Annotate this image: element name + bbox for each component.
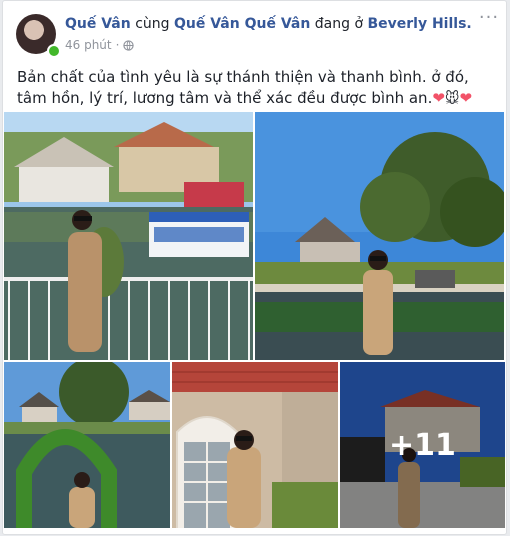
photo-3[interactable] [4,362,170,528]
photo-5-more[interactable]: +11 [340,362,505,528]
at-label: đang ở [314,16,364,32]
online-status-dot [47,44,61,58]
photo-3-image [4,362,170,528]
meta-separator: · [115,38,120,52]
more-photos-count: +11 [389,427,456,463]
more-options-button[interactable]: ··· [477,9,501,31]
photo-4[interactable] [172,362,338,528]
photo-2[interactable] [255,112,504,360]
photo-4-image [172,362,338,528]
globe-icon[interactable] [123,39,135,51]
author-name-link[interactable]: Quế Vân [65,16,131,32]
photo-2-image [255,112,504,360]
post-meta: 46 phút · [65,38,135,52]
heart-emoji-icon-2: ❤ [459,89,473,107]
post-timestamp[interactable]: 46 phút [65,38,112,52]
post-header: Quế Vân cùng Quế Vân Quế Vân đang ở Beve… [65,16,472,32]
location-link[interactable]: Beverly Hills. [367,16,471,32]
mouse-emoji-icon: 🐭 [444,91,460,107]
with-label: cùng [135,16,170,32]
tagged-user-link[interactable]: Quế Vân Quế Vân [174,16,310,32]
post-text: Bản chất của tình yêu là sự thánh thiện … [17,67,497,110]
photo-1[interactable] [4,112,253,360]
more-photos-overlay[interactable]: +11 [340,362,505,528]
heart-emoji-icon: ❤ [432,89,445,107]
photo-1-image [4,112,253,360]
post-body-text: Bản chất của tình yêu là sự thánh thiện … [17,68,469,107]
post-card: Quế Vân cùng Quế Vân Quế Vân đang ở Beve… [2,0,507,535]
